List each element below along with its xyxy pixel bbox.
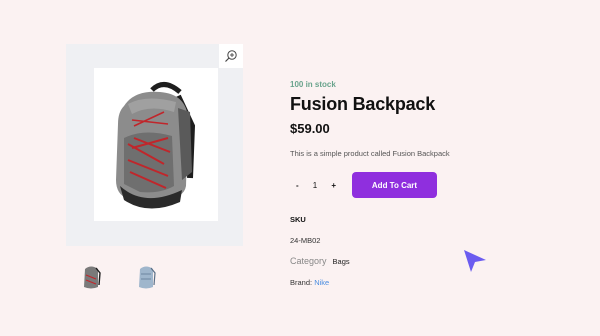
backpack-image bbox=[116, 82, 196, 209]
pointer-arrow-icon bbox=[464, 250, 486, 272]
thumbnail-2[interactable] bbox=[134, 263, 158, 291]
add-to-cart-button[interactable]: Add To Cart bbox=[352, 172, 437, 198]
category-label: Category bbox=[290, 256, 327, 266]
product-price: $59.00 bbox=[290, 121, 330, 136]
product-description: This is a simple product called Fusion B… bbox=[290, 149, 450, 158]
quantity-input[interactable]: 1 bbox=[313, 181, 317, 190]
zoom-in-icon bbox=[225, 50, 237, 62]
category-row: Category Bags bbox=[290, 256, 350, 266]
increase-quantity-button[interactable]: + bbox=[331, 181, 336, 190]
decrease-quantity-button[interactable]: - bbox=[296, 181, 299, 190]
product-main-image[interactable] bbox=[94, 68, 218, 221]
brand-link[interactable]: Nike bbox=[314, 278, 329, 287]
brand-row: Brand: Nike bbox=[290, 278, 329, 287]
backpack-thumbnail-icon bbox=[139, 266, 156, 289]
stock-status: 100 in stock bbox=[290, 80, 336, 89]
brand-label: Brand: bbox=[290, 278, 315, 287]
category-link[interactable]: Bags bbox=[333, 257, 350, 266]
zoom-button[interactable] bbox=[219, 44, 243, 68]
thumbnail-1[interactable] bbox=[79, 263, 103, 291]
sku-value: 24-MB02 bbox=[290, 236, 321, 245]
backpack-thumbnail-icon bbox=[84, 266, 101, 289]
quantity-stepper[interactable]: - 1 + bbox=[296, 178, 336, 192]
product-title: Fusion Backpack bbox=[290, 94, 436, 114]
sku-label: SKU bbox=[290, 215, 306, 224]
